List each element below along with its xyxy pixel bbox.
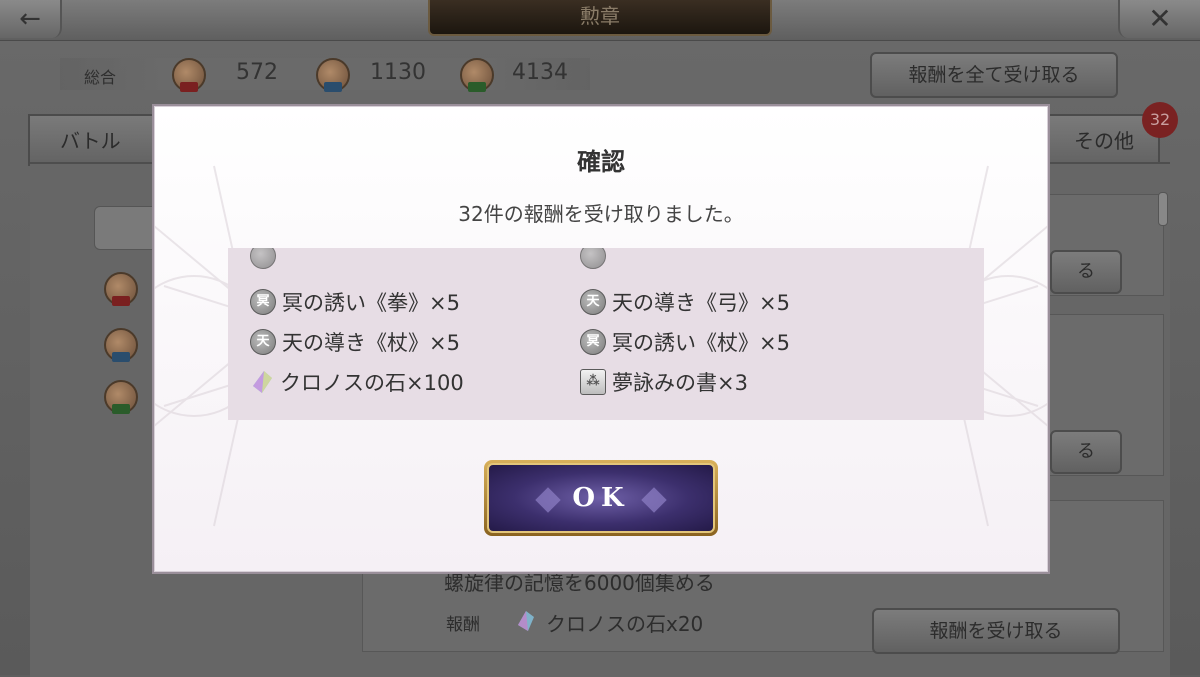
list-item: 天 天の導き《弓》×5 <box>580 286 790 318</box>
reward-value: クロノスの石x20 <box>546 612 704 636</box>
list-item: 冥 冥の誘い《杖》×5 <box>580 326 790 358</box>
ten-icon <box>250 248 276 269</box>
blue-medal-count: 1130 <box>370 60 426 85</box>
meikai-icon: 冥 <box>250 289 276 315</box>
ten-icon <box>580 248 606 269</box>
receive-reward-button[interactable]: 報酬を受け取る <box>872 608 1120 654</box>
red-medal-count: 572 <box>236 60 278 85</box>
close-icon: ✕ <box>1148 2 1172 35</box>
dialog-message: 32件の報酬を受け取りました。 <box>458 202 744 226</box>
other-tab-badge: 32 <box>1142 102 1178 138</box>
list-item: 冥 冥の誘い《拳》×5 <box>250 286 460 318</box>
receive-button[interactable]: る <box>1050 250 1122 294</box>
item-text: 冥の誘い《拳》×5 <box>282 291 460 315</box>
screen-title: 勲章 <box>428 0 772 36</box>
green-medal-icon <box>460 58 494 92</box>
ok-button-label: OK <box>487 463 715 533</box>
ok-button[interactable]: OK <box>484 460 718 536</box>
blue-medal-icon <box>104 328 138 362</box>
reward-list[interactable]: 冥 冥の誘い《拳》×5 天 天の導き《弓》×5 天 天の導き《杖》×5 冥 冥の… <box>228 248 984 420</box>
green-medal-count: 4134 <box>512 60 568 85</box>
green-medal-icon <box>104 380 138 414</box>
list-item: クロノスの石×100 <box>250 366 464 398</box>
item-text: 天の導き《弓》×5 <box>612 291 790 315</box>
page-scrollbar[interactable] <box>1158 192 1168 226</box>
red-medal-icon <box>172 58 206 92</box>
item-text: クロノスの石×100 <box>280 371 464 395</box>
meikai-icon: 冥 <box>580 329 606 355</box>
totals-label: 総合 <box>84 68 117 87</box>
close-button[interactable]: ✕ <box>1118 0 1200 38</box>
red-medal-icon <box>104 272 138 306</box>
reward-label: 報酬 <box>446 615 480 635</box>
crystal-icon <box>518 611 534 631</box>
confirm-dialog: 確認 32件の報酬を受け取りました。 冥 冥の誘い《拳》×5 天 天の導き《弓》… <box>152 104 1050 574</box>
list-item <box>580 248 606 272</box>
list-item: ⁂ 夢詠みの書×3 <box>580 366 748 398</box>
crystal-icon <box>253 371 272 393</box>
blue-medal-icon <box>316 58 350 92</box>
ten-icon: 天 <box>250 329 276 355</box>
ten-icon: 天 <box>580 289 606 315</box>
receive-button[interactable]: る <box>1050 430 1122 474</box>
list-item <box>250 248 276 272</box>
item-text: 夢詠みの書×3 <box>612 371 748 395</box>
list-item: 天 天の導き《杖》×5 <box>250 326 460 358</box>
item-text: 天の導き《杖》×5 <box>282 331 460 355</box>
receive-all-button[interactable]: 報酬を全て受け取る <box>870 52 1118 98</box>
back-arrow-icon: ← <box>19 4 41 34</box>
book-icon: ⁂ <box>580 369 606 395</box>
dialog-title: 確認 <box>577 147 625 176</box>
item-text: 冥の誘い《杖》×5 <box>612 331 790 355</box>
back-button[interactable]: ← <box>0 0 62 38</box>
